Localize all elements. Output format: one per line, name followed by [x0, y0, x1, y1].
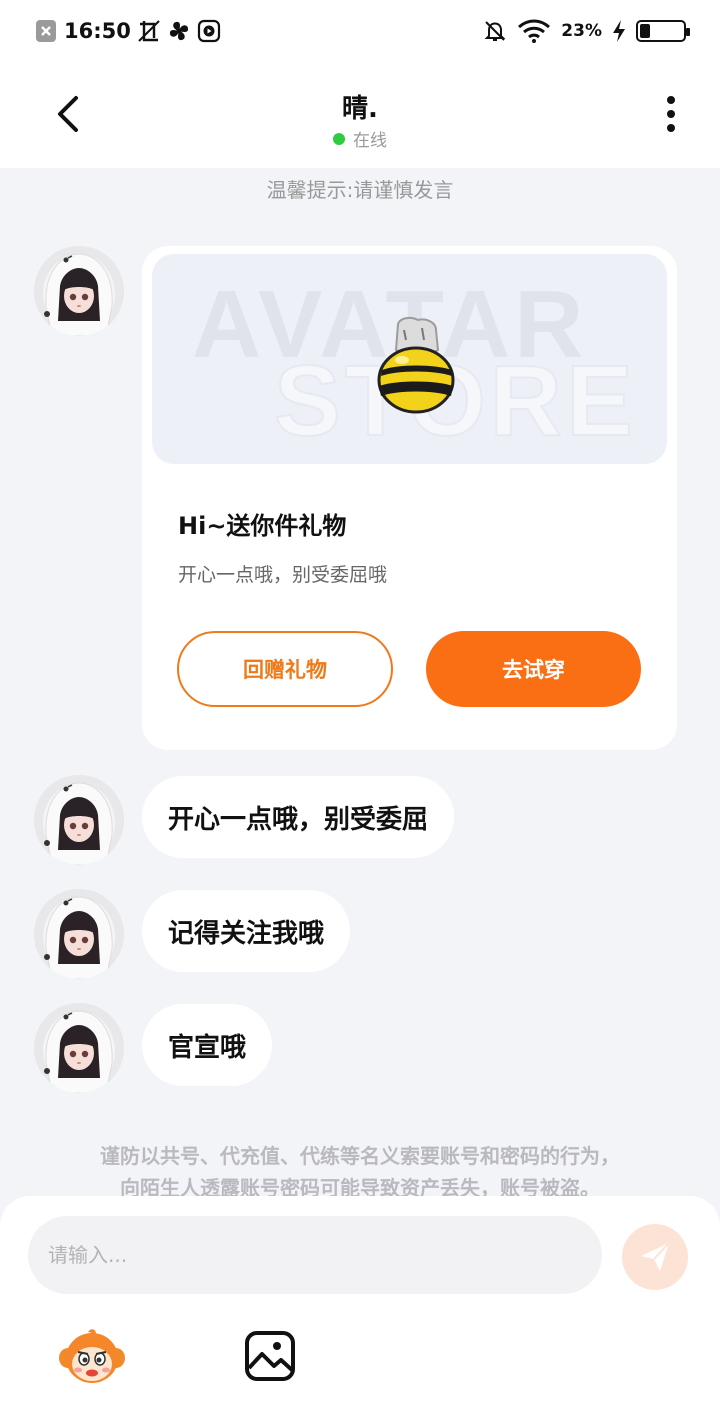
mute-bell-icon — [483, 19, 507, 43]
monkey-sticker-icon — [59, 1329, 125, 1383]
avatar-image — [34, 775, 124, 865]
contact-avatar[interactable] — [34, 1003, 124, 1093]
contact-avatar[interactable] — [34, 775, 124, 865]
chat-header: 晴. 在线 — [0, 62, 720, 168]
charging-icon — [612, 19, 626, 43]
screenshot-icon — [137, 19, 161, 43]
gift-subtitle: 开心一点哦，别受委屈哦 — [178, 564, 388, 586]
online-status-label: 在线 — [353, 131, 387, 151]
online-status: 在线 — [0, 126, 720, 151]
message-bubble[interactable]: 开心一点哦，别受委屈 — [142, 776, 455, 858]
send-button[interactable] — [622, 1224, 688, 1290]
contact-name: 晴. — [342, 94, 378, 124]
wifi-icon — [517, 19, 551, 43]
more-dot-icon — [667, 124, 675, 132]
battery-icon — [636, 20, 690, 42]
close-notification-icon — [34, 19, 58, 43]
bee-costume-gift-icon — [377, 316, 455, 414]
battery-level — [640, 24, 650, 38]
contact-avatar[interactable] — [34, 246, 124, 336]
send-icon — [641, 1242, 670, 1271]
image-icon — [245, 1331, 295, 1381]
try-on-button[interactable]: 去试穿 — [426, 631, 641, 707]
message-bubble[interactable]: 官宣哦 — [142, 1004, 273, 1086]
avatar-image — [34, 889, 124, 979]
message-bubble[interactable]: 记得关注我哦 — [142, 890, 351, 972]
pinwheel-icon — [167, 19, 191, 43]
battery-percent: 23% — [561, 21, 602, 41]
safety-tip: 温馨提示:请谨慎发言 — [266, 178, 454, 202]
status-bar-left: 16:50 — [34, 19, 221, 43]
play-icon — [197, 19, 221, 43]
more-dot-icon — [667, 110, 675, 118]
contact-avatar[interactable] — [34, 889, 124, 979]
avatar-image — [34, 1003, 124, 1093]
status-time: 16:50 — [64, 19, 131, 43]
gift-banner: AVATAR STORE — [152, 254, 667, 464]
sticker-monkey-button[interactable] — [58, 1328, 126, 1386]
status-bar: 16:50 23% — [0, 0, 720, 62]
status-bar-right: 23% — [483, 19, 690, 43]
gift-card: AVATAR STORE Hi~送你件礼物 开心一点哦，别受委屈哦 回赠礼物 去… — [142, 246, 677, 750]
message-input[interactable] — [28, 1216, 602, 1294]
avatar-image — [34, 246, 124, 336]
more-options-button[interactable] — [654, 92, 688, 136]
image-picker-button[interactable] — [244, 1330, 296, 1382]
gift-title: Hi~送你件礼物 — [178, 512, 347, 540]
fraud-warning: 谨防以共号、代充值、代练等名义索要账号和密码的行为， 向陌生人透露账号密码可能导… — [0, 1140, 720, 1204]
return-gift-button[interactable]: 回赠礼物 — [177, 631, 393, 707]
more-dot-icon — [667, 96, 675, 104]
online-dot-icon — [333, 132, 345, 145]
input-panel — [0, 1196, 720, 1427]
fraud-warning-line: 谨防以共号、代充值、代练等名义索要账号和密码的行为， — [100, 1144, 620, 1168]
